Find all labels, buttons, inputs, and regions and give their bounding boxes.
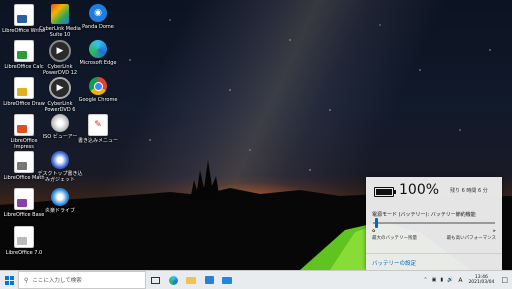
volume-icon[interactable]: 🔊: [445, 277, 455, 283]
google-chrome-icon: [89, 77, 107, 95]
desktop-icon-panda-dome[interactable]: ◉ Panda Dome: [74, 4, 122, 30]
desktop-burn-gadget-icon: [51, 151, 69, 169]
desktop-icon-label: Panda Dome: [82, 24, 114, 30]
search-placeholder: ここに入力して検索: [32, 278, 82, 284]
libreoffice-impress-icon: [14, 114, 34, 136]
taskbar: ⚲ ここに入力して検索 ⌃ ▣ ▮ 🔊 A 13:46 2021/03/04 □: [0, 270, 512, 289]
microsoft-edge-icon: [89, 40, 107, 58]
battery-tray-icon[interactable]: ▮: [438, 277, 445, 283]
desktop-icon-label: Google Chrome: [78, 97, 118, 103]
battery-remaining-time: 残り 6 時間 6 分: [450, 188, 488, 194]
power-mode-slider[interactable]: [373, 218, 495, 228]
panda-dome-icon: ◉: [89, 4, 107, 22]
battery-icon: [374, 187, 396, 197]
battery-flyout: 100% 残り 6 時間 6 分 電源モード (バッテリー): バッテリー節約機…: [366, 177, 502, 270]
desktop-icon-microsoft-edge[interactable]: Microsoft Edge: [74, 40, 122, 66]
desktop-icon-desktop-burn-gadget[interactable]: デスクトップ書き込みガジェット: [36, 151, 84, 183]
libreoffice-math-icon: [14, 151, 34, 173]
cyberlink-powerdvd-icon: ▶: [49, 77, 71, 99]
battery-settings-link[interactable]: バッテリーの設定: [372, 259, 416, 267]
taskbar-search-box[interactable]: ⚲ ここに入力して検索: [18, 271, 146, 289]
notification-icon[interactable]: □: [497, 276, 512, 284]
system-tray: ⌃ ▣ ▮ 🔊 A 13:46 2021/03/04 □: [421, 271, 512, 289]
libreoffice-calc-icon: [14, 40, 34, 62]
libreoffice-icon: [14, 226, 34, 248]
taskbar-store-button[interactable]: [200, 271, 218, 289]
task-view-icon: [150, 276, 160, 284]
desktop-icon-label: LibreOffice 7.0: [5, 250, 43, 256]
power-mode-label: 電源モード (バッテリー): バッテリー節約機能: [372, 212, 476, 218]
taskbar-mail-button[interactable]: [218, 271, 236, 289]
desktop-icon-google-chrome[interactable]: Google Chrome: [74, 77, 122, 103]
clock-date: 2021/03/04: [468, 280, 495, 285]
desktop-icon-label: Microsoft Edge: [79, 60, 117, 66]
power-mode-slider-thumb[interactable]: [375, 218, 379, 228]
start-button[interactable]: [0, 271, 18, 289]
slider-min-label: 最大のバッテリー残量: [372, 236, 417, 241]
desktop-icon-libreoffice[interactable]: LibreOffice 7.0: [0, 226, 48, 256]
slider-max-label: 最も高いパフォーマンス: [446, 236, 496, 241]
desktop-icon-burn-menu[interactable]: ✎ 書き込みメニュー: [74, 114, 122, 144]
taskbar-edge-button[interactable]: [164, 271, 182, 289]
ime-indicator[interactable]: A: [455, 277, 465, 284]
network-icon[interactable]: ▣: [430, 277, 439, 283]
battery-percent: 100%: [399, 182, 440, 198]
task-view-button[interactable]: [146, 271, 164, 289]
search-icon: ⚲: [24, 276, 29, 284]
cyberlink-media-suite-icon: [51, 4, 69, 24]
libreoffice-writer-icon: [14, 4, 34, 26]
microsoft-edge-icon: [168, 275, 178, 285]
folder-icon: [186, 276, 196, 284]
chevron-up-icon[interactable]: ⌃: [421, 277, 429, 283]
windows-logo-icon: [4, 275, 14, 285]
taskbar-explorer-button[interactable]: [182, 271, 200, 289]
desktop-icon-label: 炎楽ドライブ: [44, 208, 75, 214]
burn-menu-icon: ✎: [88, 114, 108, 136]
iso-viewer-icon: [51, 114, 69, 132]
cyberlink-powerdvd-icon: ▶: [49, 40, 71, 62]
taskbar-clock[interactable]: 13:46 2021/03/04: [465, 275, 497, 286]
desktop-icon-label: デスクトップ書き込みガジェット: [37, 171, 83, 183]
libreoffice-base-icon: [14, 188, 34, 210]
leaf-icon: ✿: [372, 228, 376, 233]
disc-drive-icon: [51, 188, 69, 206]
flyout-divider: [366, 253, 502, 254]
store-icon: [204, 276, 214, 284]
mail-icon: [222, 276, 232, 284]
performance-icon: ➤: [492, 228, 496, 233]
desktop-icon-disc-drive[interactable]: 炎楽ドライブ: [36, 188, 84, 214]
libreoffice-draw-icon: [14, 77, 34, 99]
desktop-icon-label: 書き込みメニュー: [77, 138, 118, 144]
